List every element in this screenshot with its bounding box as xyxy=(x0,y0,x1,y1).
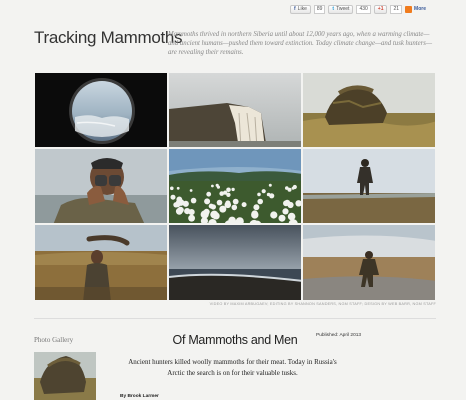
page-title: Tracking Mammoths xyxy=(34,28,183,47)
article-intro: Ancient hunters killed woolly mammoths f… xyxy=(128,358,337,377)
photo-coast[interactable] xyxy=(168,224,302,301)
photo-rocky-shore[interactable] xyxy=(302,224,436,301)
tweet-count: 430 xyxy=(356,4,371,14)
facebook-like-button[interactable]: f Like xyxy=(290,4,311,14)
share-icon xyxy=(405,5,413,13)
page-deck: Mammoths thrived in northern Siberia unt… xyxy=(168,31,432,56)
facebook-icon: f xyxy=(294,6,296,12)
article-byline: By Brook Larmer xyxy=(120,394,159,399)
photo-binoculars[interactable] xyxy=(34,148,168,224)
divider xyxy=(34,318,436,319)
more-label: More xyxy=(414,6,426,12)
twitter-bird-icon: t xyxy=(332,6,335,12)
photo-gallery-thumbnail[interactable] xyxy=(34,352,96,400)
photo-credit: VIDEO BY MAXIM ARBUGAEV; EDITING BY SHAN… xyxy=(209,302,436,306)
photo-cliff[interactable] xyxy=(168,72,302,148)
published-date: Published: April 2013 xyxy=(316,333,362,338)
photo-gallery-label: Photo Gallery xyxy=(34,336,74,344)
google-plus-icon: +1 xyxy=(377,6,384,12)
photo-porthole[interactable] xyxy=(34,72,168,148)
like-count: 89 xyxy=(313,4,326,14)
article-headline: Of Mammoths and Men xyxy=(172,333,298,347)
photo-grid xyxy=(34,72,436,301)
gplus-count: 21 xyxy=(390,4,403,14)
like-label: Like xyxy=(297,6,307,12)
photo-lone-man[interactable] xyxy=(302,148,436,224)
share-bar: f Like 89 t Tweet 430 +1 21 More xyxy=(290,3,460,15)
google-plus-button[interactable]: +1 xyxy=(373,4,388,14)
photo-turf-hut[interactable] xyxy=(302,72,436,148)
photo-cotton-grass[interactable] xyxy=(168,148,302,224)
tweet-button[interactable]: t Tweet xyxy=(328,4,354,14)
photo-tusk-carrier[interactable] xyxy=(34,224,168,301)
tweet-label: Tweet xyxy=(336,6,350,12)
more-share-button[interactable]: More xyxy=(405,5,426,13)
